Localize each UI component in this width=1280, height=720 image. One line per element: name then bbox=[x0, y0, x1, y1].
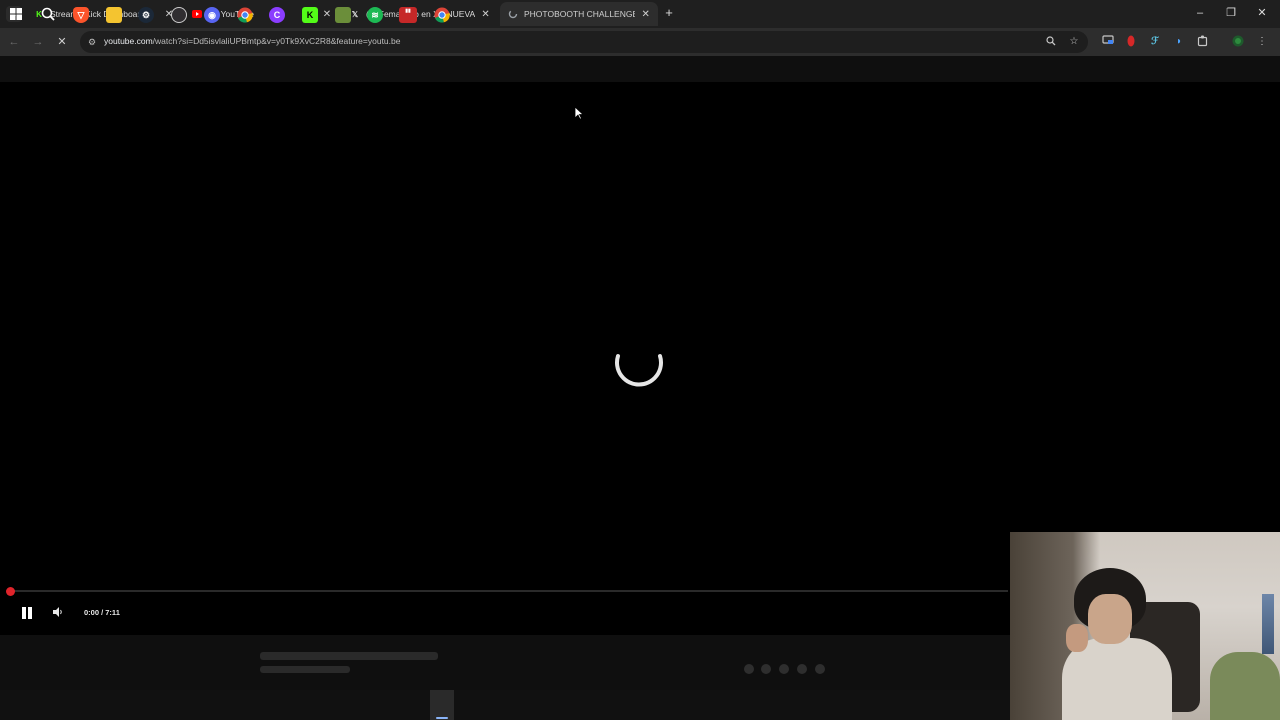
tab-title: PHOTOBOOTH CHALLENGE Ru bbox=[524, 9, 636, 19]
kick-icon[interactable]: K bbox=[302, 7, 318, 23]
profile-avatar-icon[interactable] bbox=[1231, 35, 1245, 49]
restore-button[interactable]: ❐ bbox=[1219, 4, 1243, 22]
cam-plant bbox=[1210, 652, 1280, 720]
action-skeleton bbox=[797, 664, 807, 674]
discord-icon[interactable]: ◉ bbox=[204, 7, 220, 23]
loading-spinner-icon bbox=[610, 340, 668, 395]
title-skeleton bbox=[260, 652, 438, 660]
browser-menu-icon[interactable]: ⋮ bbox=[1255, 35, 1269, 49]
youtube-icon bbox=[192, 9, 202, 19]
stop-loading-button[interactable]: ✕ bbox=[54, 34, 70, 50]
browser-toolbar: ← → ✕ ⚙ youtube.com/watch?si=Dd5isvlaliU… bbox=[0, 28, 1280, 56]
close-icon[interactable]: ✕ bbox=[641, 9, 650, 20]
cam-decor-sword bbox=[1262, 594, 1274, 654]
cam-person-face bbox=[1088, 594, 1132, 644]
url-text[interactable]: youtube.com/watch?si=Dd5isvlaliUPBmtp&v=… bbox=[104, 36, 400, 46]
x-icon: 𝕏 bbox=[351, 9, 359, 19]
minimize-button[interactable]: – bbox=[1188, 4, 1212, 22]
steam-icon[interactable]: ⚙ bbox=[138, 7, 154, 23]
subtitle-skeleton bbox=[260, 666, 350, 673]
site-info-icon[interactable]: ⚙ bbox=[86, 36, 98, 48]
mouse-cursor-icon bbox=[574, 106, 585, 125]
tab-strip: ⌄ K Stream - Kick Dashboard ✕ (1) YouTub… bbox=[0, 0, 1280, 28]
address-bar[interactable]: ⚙ youtube.com/watch?si=Dd5isvlaliUPBmtp&… bbox=[80, 31, 1088, 53]
windows-start-icon[interactable] bbox=[8, 7, 24, 23]
tab-x-post[interactable]: 𝕏 (1) Femanfloo en X: "NUEVA PC ✕ bbox=[342, 2, 498, 26]
action-skeleton bbox=[779, 664, 789, 674]
new-tab-button[interactable]: + bbox=[662, 6, 676, 20]
brave-icon[interactable]: ▽ bbox=[73, 7, 89, 23]
loading-icon bbox=[508, 9, 518, 19]
extension-audio-icon[interactable]: ◗ bbox=[1172, 35, 1186, 49]
taskbar-active-indicator bbox=[436, 717, 448, 719]
webcam-overlay bbox=[1010, 532, 1280, 720]
chrome-active-icon[interactable] bbox=[434, 7, 450, 23]
tab-photobooth-challenge[interactable]: PHOTOBOOTH CHALLENGE Ru ✕ bbox=[500, 2, 658, 26]
action-skeleton bbox=[761, 664, 771, 674]
taskbar-active-highlight bbox=[430, 690, 454, 720]
chrome-icon[interactable] bbox=[237, 7, 253, 23]
progress-bar[interactable] bbox=[10, 590, 1008, 592]
windows-taskbar bbox=[0, 690, 1010, 720]
extension-translate-icon[interactable]: ℱ bbox=[1148, 35, 1162, 49]
cam-person-hand bbox=[1066, 624, 1088, 652]
progress-scrubber[interactable] bbox=[6, 587, 15, 596]
file-explorer-icon[interactable] bbox=[106, 7, 122, 23]
obs-icon[interactable] bbox=[171, 7, 187, 23]
voicemeeter-icon[interactable]: ▮▮ bbox=[399, 7, 417, 23]
close-icon[interactable]: ✕ bbox=[481, 9, 490, 20]
canva-icon[interactable]: C bbox=[269, 7, 285, 23]
extensions-puzzle-icon[interactable] bbox=[1196, 35, 1210, 49]
time-display: 0:00 / 7:11 bbox=[84, 608, 120, 617]
search-icon[interactable] bbox=[40, 7, 56, 23]
extension-cast-icon[interactable] bbox=[1101, 35, 1115, 49]
spotify-icon[interactable]: ≋ bbox=[367, 7, 383, 23]
bookmark-star-icon[interactable]: ☆ bbox=[1068, 36, 1080, 48]
tab-title: (1) YouTube bbox=[208, 9, 254, 19]
forward-button[interactable]: → bbox=[30, 34, 46, 50]
close-icon[interactable]: ✕ bbox=[322, 9, 332, 20]
youtube-masthead bbox=[0, 56, 1280, 82]
close-window-button[interactable]: ✕ bbox=[1250, 4, 1274, 22]
action-skeleton bbox=[815, 664, 825, 674]
minecraft-icon[interactable] bbox=[335, 7, 351, 23]
action-skeleton bbox=[744, 664, 754, 674]
extension-red-icon[interactable] bbox=[1124, 35, 1138, 49]
pause-button[interactable] bbox=[19, 605, 35, 621]
screen: ⌄ K Stream - Kick Dashboard ✕ (1) YouTub… bbox=[0, 0, 1280, 720]
zoom-icon[interactable] bbox=[1045, 36, 1057, 48]
volume-icon[interactable] bbox=[52, 606, 66, 620]
back-button[interactable]: ← bbox=[6, 34, 22, 50]
